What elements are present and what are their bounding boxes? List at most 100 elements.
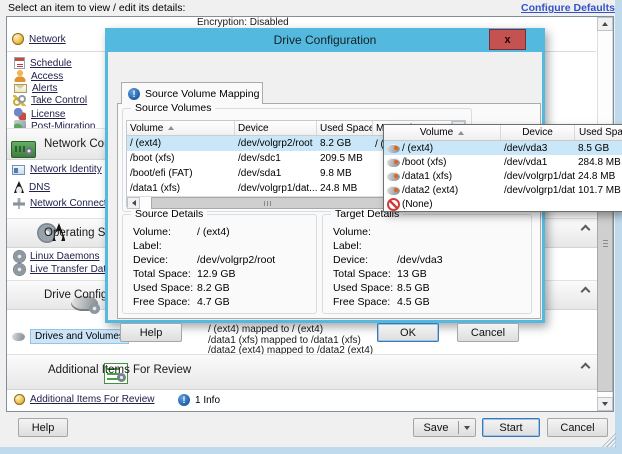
sidebar-item-schedule[interactable]: Schedule xyxy=(14,57,72,69)
dropdown-option[interactable]: /data1 (xfs) /dev/volgrp1/data 24.8 MB xyxy=(384,169,622,183)
cell-volume: /data2 (ext4) xyxy=(402,185,501,196)
cell-volume: / (ext4) xyxy=(127,136,235,151)
penguin-icon xyxy=(14,181,24,193)
source-details-fields: Volume:/ (ext4) Label: Device:/dev/volgr… xyxy=(133,225,312,309)
cell-volume: /data1 (xfs) xyxy=(127,181,235,196)
configure-defaults-link[interactable]: Configure Defaults xyxy=(521,2,615,14)
dialog-help-button[interactable]: Help xyxy=(120,323,182,342)
help-button[interactable]: Help xyxy=(18,418,68,437)
dropdown-option[interactable]: / (ext4) /dev/vda3 8.5 GB xyxy=(384,141,622,155)
dialog-title: Drive Configuration xyxy=(274,33,377,47)
scrollbar-thumb[interactable] xyxy=(151,197,384,209)
collapse-chevron-icon[interactable] xyxy=(580,285,592,294)
sidebar-item-linux-daemons[interactable]: Linux Daemons xyxy=(14,251,99,262)
network-card-icon xyxy=(11,141,36,158)
sidebar-item-additional-items[interactable]: Additional Items For Review xyxy=(14,394,155,405)
dropdown-header: Volume Device Used Space xyxy=(384,125,622,141)
cell-volume: /boot/efi (FAT) xyxy=(127,166,235,181)
column-header-volume[interactable]: Volume xyxy=(384,125,501,140)
collapse-chevron-icon[interactable] xyxy=(580,361,592,370)
cell-device: /dev/volgrp1/data xyxy=(501,185,575,196)
cancel-button[interactable]: Cancel xyxy=(547,418,608,437)
dialog-cancel-button[interactable]: Cancel xyxy=(457,323,519,342)
sidebar-item-live-transfer[interactable]: Live Transfer Data xyxy=(14,264,112,275)
sidebar-item-network[interactable]: Network xyxy=(12,33,66,45)
target-details-fields: Volume: Label: Device:/dev/vda3 Total Sp… xyxy=(333,225,527,309)
field-label: Label: xyxy=(333,239,397,253)
id-card-icon xyxy=(12,165,25,175)
field-label: Volume: xyxy=(333,225,397,239)
cell-icon xyxy=(384,172,402,181)
sidebar-item-dns[interactable]: DNS xyxy=(14,181,50,193)
sidebar-item-alerts[interactable]: Alerts xyxy=(14,83,58,94)
field-label: Total Space: xyxy=(333,267,397,281)
cell-volume: /data1 (xfs) xyxy=(402,171,501,182)
cell-used-space: 24.8 MB xyxy=(317,181,373,196)
sort-icon xyxy=(168,126,174,130)
column-header-device[interactable]: Device xyxy=(235,121,317,135)
field-value: / (ext4) xyxy=(197,225,312,239)
close-button[interactable]: x xyxy=(489,29,526,50)
dropdown-option[interactable]: /data2 (ext4) /dev/volgrp1/data 101.7 MB xyxy=(384,183,622,197)
cell-used-space: 9.8 MB xyxy=(317,166,373,181)
ok-button[interactable]: OK xyxy=(377,323,439,342)
start-button[interactable]: Start xyxy=(482,418,540,437)
cell-icon xyxy=(384,186,402,195)
scroll-left-button[interactable] xyxy=(127,197,140,209)
cell-icon xyxy=(384,198,402,211)
save-split-button[interactable]: Save xyxy=(413,418,476,437)
dialog-titlebar[interactable]: Drive Configuration x xyxy=(108,28,542,52)
cell-device: /dev/volgrp1/dat... xyxy=(235,181,317,196)
cell-device: /dev/vda3 xyxy=(501,143,575,154)
cell-device: /dev/volgrp1/data xyxy=(501,171,575,182)
sidebar-item-access[interactable]: Access xyxy=(14,70,63,82)
status-ball-icon xyxy=(14,394,25,405)
cell-icon xyxy=(384,144,402,153)
field-label: Used Space: xyxy=(333,281,397,295)
save-dropdown-button[interactable] xyxy=(459,426,475,430)
cell-used-space: 209.5 MB xyxy=(317,151,373,166)
cell-device: /dev/sdc1 xyxy=(235,151,317,166)
disk-icon xyxy=(12,332,25,341)
cell-volume: (None) xyxy=(402,199,501,210)
field-label: Free Space: xyxy=(333,295,397,309)
column-header-device[interactable]: Device xyxy=(501,125,575,140)
cell-used-space: 24.8 MB xyxy=(575,171,622,182)
window-edge xyxy=(615,0,622,454)
sidebar-item-license[interactable]: License xyxy=(14,108,65,120)
field-label: Device: xyxy=(133,253,197,267)
sidebar-item-take-control[interactable]: Take Control xyxy=(13,95,87,106)
page-title: Select an item to view / edit its detail… xyxy=(8,2,185,14)
field-value: 4.5 GB xyxy=(397,295,527,309)
column-header-used-space[interactable]: Used Space xyxy=(575,125,622,140)
scroll-up-button[interactable] xyxy=(597,17,613,31)
tab-source-volume-mapping[interactable]: Source Volume Mapping xyxy=(121,82,263,104)
license-icon xyxy=(14,108,26,120)
mapped-to-dropdown-list: Volume Device Used Space / (ext4) /dev/v… xyxy=(383,124,622,212)
save-button[interactable]: Save xyxy=(414,422,458,434)
collapse-chevron-icon[interactable] xyxy=(580,223,592,232)
cell-icon xyxy=(384,158,402,167)
field-value: /dev/volgrp2/root xyxy=(197,253,312,267)
sidebar-item-network-identity[interactable]: Network Identity xyxy=(12,164,102,175)
disk-icon xyxy=(387,158,400,167)
info-badge: 1 Info xyxy=(178,394,220,406)
field-label: Volume: xyxy=(133,225,197,239)
column-header-used-space[interactable]: Used Space xyxy=(317,121,373,135)
cell-device: /dev/volgrp2/root xyxy=(235,136,317,151)
field-value: 8.2 GB xyxy=(197,281,312,295)
dropdown-option[interactable]: /boot (xfs) /dev/vda1 284.8 MB xyxy=(384,155,622,169)
scroll-down-button[interactable] xyxy=(597,397,613,411)
calendar-icon xyxy=(14,57,25,69)
window-edge xyxy=(0,447,622,454)
disk-icon xyxy=(387,186,400,195)
cell-volume: / (ext4) xyxy=(402,143,501,154)
caret-down-icon xyxy=(464,426,470,430)
dropdown-option-none[interactable]: (None) xyxy=(384,197,622,211)
column-header-volume[interactable]: Volume xyxy=(127,121,235,135)
field-value: 12.9 GB xyxy=(197,267,312,281)
prohibition-icon xyxy=(387,198,400,211)
target-details-group: Target Details Volume: Label: Device:/de… xyxy=(322,214,532,314)
cell-used-space: 101.7 MB xyxy=(575,185,622,196)
cell-used-space: 8.2 GB xyxy=(317,136,373,151)
